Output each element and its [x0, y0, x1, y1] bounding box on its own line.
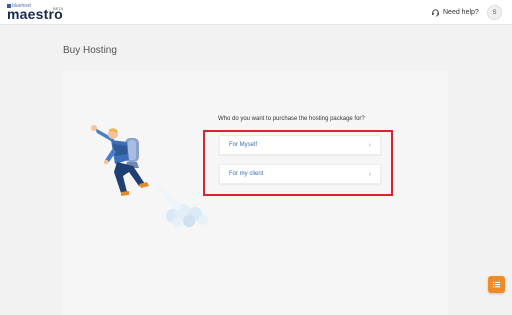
list-fab-button[interactable]	[488, 276, 505, 293]
option-for-myself[interactable]: For Myself ›	[219, 135, 381, 155]
need-help-label: Need help?	[443, 9, 479, 16]
top-bar: bluehost maestro BETA Need help? S	[0, 0, 512, 25]
option-label: For Myself	[229, 142, 258, 148]
headset-icon	[432, 9, 439, 17]
option-for-my-client[interactable]: For my client ›	[219, 164, 381, 184]
option-label: For my client	[229, 171, 264, 177]
need-help-link[interactable]: Need help?	[431, 6, 479, 19]
list-icon	[492, 281, 501, 288]
user-avatar[interactable]: S	[487, 5, 502, 20]
page-title: Buy Hosting	[63, 45, 117, 56]
purchase-question: Who do you want to purchase the hosting …	[218, 116, 365, 122]
jetpack-person-illustration	[91, 125, 208, 228]
chevron-right-icon: ›	[368, 170, 371, 178]
brand-logo[interactable]: bluehost maestro BETA	[7, 3, 67, 21]
brand-tag: BETA	[53, 6, 64, 11]
chevron-right-icon: ›	[368, 141, 371, 149]
